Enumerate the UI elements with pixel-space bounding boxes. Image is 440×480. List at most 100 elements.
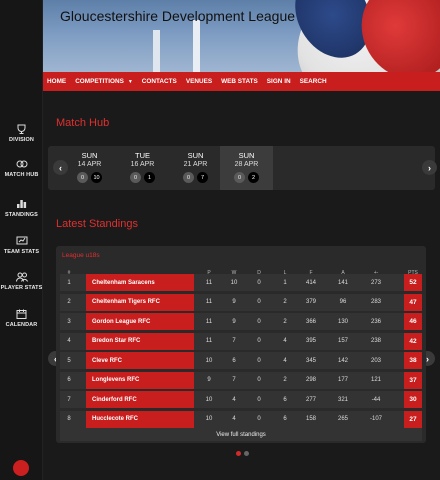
nav-contacts[interactable]: CONTACTS bbox=[142, 78, 177, 85]
table-row: 5 Cleve RFC 10 6 0 4 345 142 203 38 bbox=[60, 352, 422, 369]
nav-sign-in[interactable]: SIGN IN bbox=[267, 78, 291, 85]
stat-cell-a: 177 bbox=[337, 377, 348, 383]
stat-cell-l: 4 bbox=[283, 357, 287, 364]
position-cell: 3 bbox=[67, 318, 71, 325]
standings-table: League u18s # P W D L F A +- PTS 1 Chelte… bbox=[56, 246, 426, 443]
stat-cell-p: 10 bbox=[205, 357, 213, 364]
stat-cell-a: 96 bbox=[339, 299, 347, 305]
position-cell: 1 bbox=[67, 279, 71, 286]
team-link[interactable]: Hucclecote RFC bbox=[86, 410, 194, 428]
team-link[interactable]: Cheltenham Saracens bbox=[86, 274, 194, 291]
position-cell: 5 bbox=[67, 357, 71, 364]
stat-cell-p: 10 bbox=[205, 396, 213, 403]
view-full-standings-button[interactable]: View full standings bbox=[60, 428, 422, 441]
carousel-dot[interactable] bbox=[236, 451, 241, 456]
team-link[interactable]: Bredon Star RFC bbox=[86, 332, 194, 350]
nav-venues[interactable]: VENUES bbox=[186, 78, 212, 85]
stat-cell-a: 141 bbox=[337, 279, 348, 286]
stat-cell-w: 7 bbox=[232, 338, 236, 344]
nav-web-stats[interactable]: WEB STATS bbox=[221, 78, 258, 85]
sidebar-item-label: PLAYER STATS bbox=[0, 285, 43, 291]
match-day[interactable]: SUN 14 APR 0 10 bbox=[63, 146, 116, 190]
stat-cell-p: 11 bbox=[205, 318, 213, 325]
calendar-icon bbox=[16, 309, 27, 319]
stat-cell-d: 0 bbox=[257, 357, 261, 364]
sidebar: DIVISION MATCH HUB STANDINGS TEAM STATS … bbox=[0, 0, 43, 480]
position-cell: 7 bbox=[67, 396, 71, 403]
team-link[interactable]: Cinderford RFC bbox=[86, 391, 194, 408]
sidebar-item-label: STANDINGS bbox=[5, 212, 38, 218]
position-cell: 8 bbox=[67, 416, 71, 422]
goal-post bbox=[153, 30, 160, 72]
stat-cell-diff: 283 bbox=[370, 299, 381, 305]
stat-cell-p: 9 bbox=[207, 377, 211, 383]
stat-cell-p: 11 bbox=[205, 279, 213, 286]
stat-cell-l: 2 bbox=[283, 318, 287, 325]
stat-cell-diff: 236 bbox=[370, 318, 381, 325]
stat-cell-diff: 121 bbox=[370, 377, 381, 383]
position-cell: 4 bbox=[67, 338, 71, 344]
stat-cell-w: 10 bbox=[230, 279, 238, 286]
stat-cell-l: 6 bbox=[283, 416, 287, 422]
main-content: Gloucestershire Development League HOME … bbox=[43, 0, 440, 480]
sidebar-item-label: MATCH HUB bbox=[4, 172, 39, 178]
sidebar-item-standings[interactable]: STANDINGS bbox=[0, 199, 43, 218]
stat-cell-a: 321 bbox=[337, 396, 348, 403]
stat-cell-a: 265 bbox=[337, 416, 348, 422]
table-row: 6 Longlevens RFC 9 7 0 2 298 177 121 37 bbox=[60, 371, 422, 389]
points-cell: 37 bbox=[404, 371, 422, 389]
stat-cell-l: 6 bbox=[283, 396, 287, 403]
points-cell: 46 bbox=[404, 313, 422, 330]
team-link[interactable]: Gordon League RFC bbox=[86, 313, 194, 330]
sidebar-item-label: CALENDAR bbox=[5, 322, 38, 328]
stat-cell-f: 277 bbox=[305, 396, 316, 403]
stat-cell-l: 2 bbox=[283, 377, 287, 383]
stat-cell-d: 0 bbox=[257, 396, 261, 403]
sidebar-item-match-hub[interactable]: MATCH HUB bbox=[0, 159, 43, 178]
standings-icon bbox=[17, 200, 27, 208]
stat-cell-p: 11 bbox=[205, 299, 213, 305]
stat-cell-a: 157 bbox=[337, 338, 348, 344]
sidebar-item-label: TEAM STATS bbox=[3, 249, 40, 255]
nav-competitions[interactable]: COMPETITIONS ▼ bbox=[75, 78, 133, 85]
stat-cell-w: 9 bbox=[232, 318, 236, 325]
match-hub-icon bbox=[16, 160, 27, 168]
table-row: 4 Bredon Star RFC 11 7 0 4 395 157 238 42 bbox=[60, 332, 422, 350]
stat-cell-d: 0 bbox=[257, 299, 261, 305]
stat-cell-a: 130 bbox=[337, 318, 348, 325]
stat-cell-w: 4 bbox=[232, 416, 236, 422]
site-title: Gloucestershire Development League bbox=[60, 8, 296, 24]
team-link[interactable]: Cleve RFC bbox=[86, 352, 194, 369]
sidebar-item-calendar[interactable]: CALENDAR bbox=[0, 309, 43, 328]
sidebar-item-team-stats[interactable]: TEAM STATS bbox=[0, 236, 43, 255]
goal-post bbox=[193, 20, 200, 72]
match-hub-carousel: ‹ SUN 14 APR 0 10 TUE 16 APR 01 SUN 21 AP… bbox=[48, 146, 437, 190]
match-day-active[interactable]: SUN 28 APR 02 bbox=[220, 146, 273, 190]
standings-title: Latest Standings bbox=[56, 218, 138, 230]
match-hub-title: Match Hub bbox=[56, 117, 110, 129]
carousel-dot[interactable] bbox=[244, 451, 249, 456]
sidebar-item-player-stats[interactable]: PLAYER STATS bbox=[0, 272, 43, 291]
sidebar-item-division[interactable]: DIVISION bbox=[0, 124, 43, 143]
team-link[interactable]: Cheltenham Tigers RFC bbox=[86, 293, 194, 311]
logo-icon[interactable] bbox=[13, 460, 29, 476]
stat-cell-f: 298 bbox=[305, 377, 316, 383]
points-cell: 38 bbox=[404, 352, 422, 369]
chevron-right-icon[interactable]: › bbox=[422, 160, 437, 175]
points-cell: 42 bbox=[404, 332, 422, 350]
table-row: 7 Cinderford RFC 10 4 0 6 277 321 -44 30 bbox=[60, 391, 422, 408]
stat-cell-d: 0 bbox=[257, 279, 261, 286]
stat-cell-d: 0 bbox=[257, 377, 261, 383]
nav-home[interactable]: HOME bbox=[47, 78, 66, 85]
stat-cell-d: 0 bbox=[257, 338, 261, 344]
stat-cell-f: 158 bbox=[305, 416, 316, 422]
match-day[interactable]: SUN 21 APR 07 bbox=[169, 146, 222, 190]
stat-cell-p: 10 bbox=[205, 416, 213, 422]
stat-cell-w: 4 bbox=[232, 396, 236, 403]
match-day[interactable]: TUE 16 APR 01 bbox=[116, 146, 169, 190]
league-name: League u18s bbox=[62, 252, 100, 259]
stat-cell-diff: 238 bbox=[370, 338, 381, 344]
sidebar-item-label: DIVISION bbox=[9, 137, 34, 143]
team-link[interactable]: Longlevens RFC bbox=[86, 371, 194, 389]
nav-search[interactable]: SEARCH bbox=[300, 78, 327, 85]
